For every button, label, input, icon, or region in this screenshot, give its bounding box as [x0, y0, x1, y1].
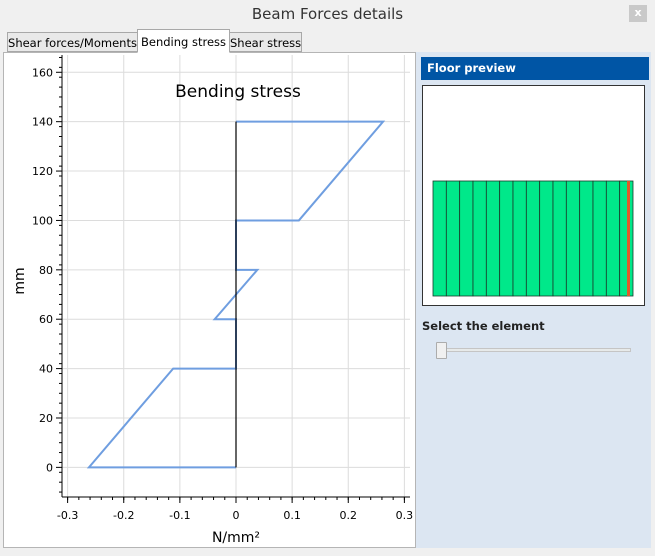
y-tick-label: 80 [39, 264, 53, 277]
floor-element [552, 180, 567, 297]
floor-element [485, 180, 501, 297]
close-button[interactable]: x [629, 5, 647, 22]
x-tick-label: 0 [233, 509, 240, 522]
y-tick-label: 60 [39, 313, 53, 326]
floor-element [565, 180, 581, 297]
tab-shear-stress[interactable]: Shear stress [229, 32, 302, 52]
floor-element [592, 180, 607, 297]
y-tick-label: 0 [46, 461, 53, 474]
floor-element [525, 180, 541, 297]
x-tick-label: -0.1 [169, 509, 190, 522]
y-tick-label: 120 [32, 165, 53, 178]
floor-preview-drawing [432, 180, 634, 297]
bending-stress-chart: -0.3 -0.2 -0.1 0 0.1 0.2 0.3 0 20 40 60 80 100 120 140… [12, 55, 414, 546]
selected-element-marker [627, 181, 630, 296]
y-axis-label: mm [12, 267, 28, 294]
floor-element [459, 180, 474, 297]
select-element-label: Select the element [422, 319, 545, 333]
x-tick-label: 0.2 [340, 509, 358, 522]
y-tick-label: 160 [32, 66, 53, 79]
chart-panel: -0.3 -0.2 -0.1 0 0.1 0.2 0.3 0 20 40 60 80 100 120 140… [3, 52, 416, 548]
title-bar: Beam Forces details x [0, 0, 655, 29]
x-tick-label: -0.3 [57, 509, 78, 522]
floor-element [579, 180, 594, 297]
y-tick-label: 100 [32, 214, 53, 227]
floor-element [619, 180, 634, 297]
floor-element [445, 180, 461, 297]
window-title: Beam Forces details [251, 5, 404, 23]
element-slider-thumb[interactable] [436, 342, 447, 359]
x-axis-label: N/mm² [212, 530, 260, 546]
x-tick-label: 0.3 [396, 509, 414, 522]
x-tick-label: 0.1 [283, 509, 301, 522]
floor-element [472, 180, 487, 297]
tab-shear-forces-moments[interactable]: Shear forces/Moments [7, 32, 138, 52]
y-tick-label: 140 [32, 116, 53, 129]
floor-element [539, 180, 554, 297]
floor-preview-header: Floor preview [421, 57, 649, 80]
x-tick-label: -0.2 [113, 509, 134, 522]
y-tick-label: 20 [39, 412, 53, 425]
floor-element [512, 180, 527, 297]
chart-title: Bending stress [175, 82, 301, 102]
element-slider-track[interactable] [438, 348, 631, 352]
floor-element [432, 180, 447, 297]
floor-preview [422, 85, 645, 306]
tab-bending-stress[interactable]: Bending stress [137, 29, 230, 53]
floor-element [499, 180, 514, 297]
floor-element [605, 180, 621, 297]
y-tick-label: 40 [39, 363, 53, 376]
